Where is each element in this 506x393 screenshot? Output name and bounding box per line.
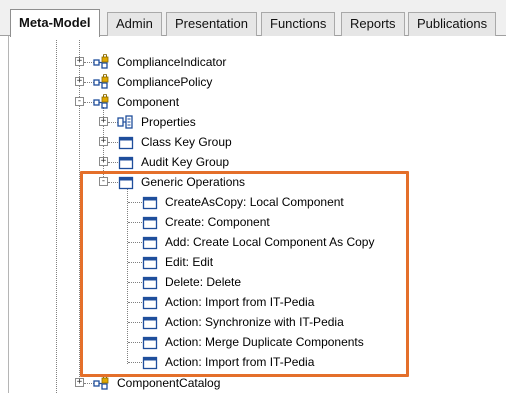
- tree-connector: [128, 362, 142, 363]
- tree-node-operation[interactable]: Delete: Delete: [0, 272, 506, 292]
- tree-node-operation[interactable]: CreateAsCopy: Local Component: [0, 192, 506, 212]
- window-icon: [142, 336, 158, 350]
- tree-connector: [128, 242, 142, 243]
- tree-node-operation[interactable]: Create: Component: [0, 212, 506, 232]
- tree-node-component[interactable]: - Component: [0, 92, 506, 112]
- expand-icon[interactable]: +: [75, 77, 84, 86]
- window-icon: [142, 316, 158, 330]
- tree-node-label: Edit: Edit: [165, 255, 214, 269]
- tree-node-operation[interactable]: Add: Create Local Component As Copy: [0, 232, 506, 252]
- tree-node-class-key-group[interactable]: + Class Key Group: [0, 132, 506, 152]
- tree-node-label: Generic Operations: [141, 175, 246, 189]
- expand-icon[interactable]: +: [99, 117, 108, 126]
- tree-node-compliance-policy[interactable]: + CompliancePolicy: [0, 72, 506, 92]
- tree-node-label: Component: [117, 95, 180, 109]
- tree-connector: [128, 222, 142, 223]
- tree-node-properties[interactable]: + Properties: [0, 112, 506, 132]
- tree-node-label: Audit Key Group: [141, 155, 230, 169]
- tree-node-operation[interactable]: Action: Merge Duplicate Components: [0, 332, 506, 352]
- tree-connector: [108, 142, 118, 143]
- tree-node-label: Action: Merge Duplicate Components: [165, 335, 364, 349]
- tree-node-compliance-indicator[interactable]: + ComplianceIndicator: [0, 52, 506, 72]
- tree-node-operation[interactable]: Action: Synchronize with IT-Pedia: [0, 312, 506, 332]
- expand-icon[interactable]: +: [75, 57, 84, 66]
- tree-connector: [128, 302, 142, 303]
- window-icon: [142, 216, 158, 230]
- window-icon: [142, 356, 158, 370]
- window-icon: [142, 276, 158, 290]
- window-icon: [142, 296, 158, 310]
- tree-connector: [128, 282, 142, 283]
- tree-connector: [128, 322, 142, 323]
- properties-icon: [117, 115, 133, 129]
- tree-node-label: Add: Create Local Component As Copy: [165, 235, 375, 249]
- tree-node-label: Delete: Delete: [165, 275, 242, 289]
- window-icon: [118, 156, 134, 170]
- class-lock-icon: [93, 94, 109, 109]
- tree-connector: [108, 162, 118, 163]
- meta-model-tree[interactable]: + ComplianceIndicator + CompliancePolicy…: [0, 0, 506, 393]
- tree-node-label: Action: Import from IT-Pedia: [165, 295, 315, 309]
- tree-node-label: ComponentCatalog: [117, 376, 221, 390]
- class-lock-icon: [93, 74, 109, 89]
- tree-node-label: Action: Synchronize with IT-Pedia: [165, 315, 344, 329]
- tree-node-label: CreateAsCopy: Local Component: [165, 195, 344, 209]
- tree-node-operation[interactable]: Action: Import from IT-Pedia: [0, 292, 506, 312]
- tab-meta-model[interactable]: Meta-Model: [10, 9, 100, 37]
- window-icon: [118, 136, 134, 150]
- tree-connector: [108, 182, 118, 183]
- tree-connector: [128, 342, 142, 343]
- tree-node-component-catalog[interactable]: + ComponentCatalog: [0, 373, 506, 393]
- window-icon: [142, 196, 158, 210]
- collapse-icon[interactable]: -: [99, 177, 108, 186]
- window-icon: [118, 176, 134, 190]
- tree-node-operation[interactable]: Action: Import from IT-Pedia: [0, 352, 506, 372]
- expand-icon[interactable]: +: [99, 157, 108, 166]
- window-icon: [142, 236, 158, 250]
- tree-node-label: Class Key Group: [141, 135, 232, 149]
- tree-node-label: Properties: [141, 115, 196, 129]
- tree-connector: [128, 202, 142, 203]
- window-icon: [142, 256, 158, 270]
- tree-node-audit-key-group[interactable]: + Audit Key Group: [0, 152, 506, 172]
- tree-node-generic-operations[interactable]: - Generic Operations: [0, 172, 506, 192]
- class-lock-icon: [93, 375, 109, 390]
- tree-node-label: Create: Component: [165, 215, 270, 229]
- tree-connector: [128, 262, 142, 263]
- tree-node-label: ComplianceIndicator: [117, 55, 227, 69]
- tree-node-label: Action: Import from IT-Pedia: [165, 355, 315, 369]
- expand-icon[interactable]: +: [99, 137, 108, 146]
- collapse-icon[interactable]: -: [75, 97, 84, 106]
- expand-icon[interactable]: +: [75, 378, 84, 387]
- tree-node-label: CompliancePolicy: [117, 75, 213, 89]
- class-lock-icon: [93, 54, 109, 69]
- tree-node-operation[interactable]: Edit: Edit: [0, 252, 506, 272]
